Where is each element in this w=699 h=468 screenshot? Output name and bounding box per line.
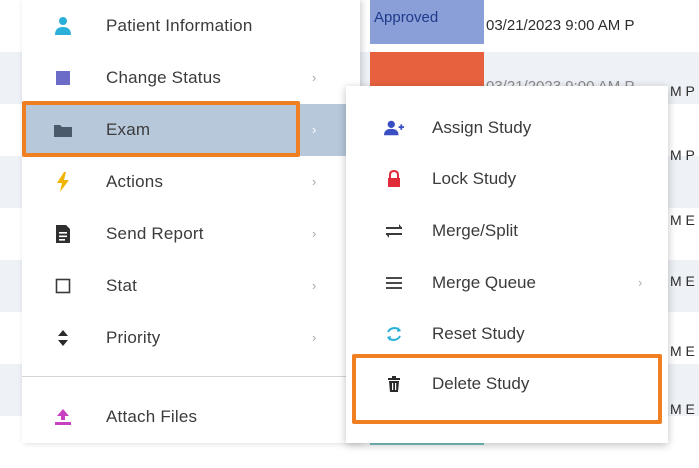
sort-icon (52, 327, 74, 349)
menu-divider (22, 376, 360, 377)
menu-item-label: Priority (106, 328, 161, 347)
menu-item-patient-information[interactable]: Patient Information (22, 0, 360, 52)
person-icon (52, 15, 74, 37)
menu-item-actions[interactable]: Actions › (22, 156, 360, 208)
status-badge-label: Approved (374, 9, 439, 26)
lock-icon (384, 169, 404, 189)
menu-item-label: Send Report (106, 224, 204, 243)
lightning-icon (52, 171, 74, 193)
square-icon (52, 67, 74, 89)
menu-item-label: Change Status (106, 68, 222, 87)
menu-item-label: Patient Information (106, 16, 253, 35)
study-date-cell: 03/21/2023 9:00 AM P (486, 17, 635, 34)
upload-icon (52, 406, 74, 428)
folder-icon (52, 119, 74, 141)
submenu-item-reset-study[interactable]: Reset Study (346, 308, 668, 360)
assign-user-icon (384, 118, 404, 138)
edge-cell: M E (670, 212, 695, 228)
status-badge: Approved (370, 0, 484, 44)
exam-submenu: Assign Study Lock Study Merge/Split Merg… (346, 86, 668, 443)
menu-item-label: Attach Files (106, 407, 198, 426)
status-badge (370, 52, 484, 86)
chevron-right-icon: › (312, 330, 317, 345)
submenu-item-merge-queue[interactable]: Merge Queue › (346, 257, 668, 309)
submenu-item-label: Reset Study (432, 324, 525, 343)
edge-cell: M E (670, 401, 695, 417)
menu-item-exam[interactable]: Exam › (22, 104, 360, 156)
submenu-item-label: Assign Study (432, 118, 532, 137)
submenu-item-label: Lock Study (432, 169, 517, 188)
edge-cell: M P (670, 147, 695, 163)
merge-split-icon (384, 221, 404, 241)
edge-cell: M E (670, 273, 695, 289)
menu-item-attach-files[interactable]: Attach Files (22, 391, 360, 443)
checkbox-icon (52, 275, 74, 297)
report-icon (52, 223, 74, 245)
chevron-right-icon: › (312, 70, 317, 85)
context-menu: Patient Information Change Status › Exam… (22, 0, 360, 443)
submenu-item-label: Merge Queue (432, 273, 536, 292)
submenu-item-label: Delete Study (432, 374, 530, 393)
edge-cell: M P (670, 83, 695, 99)
trash-icon (384, 374, 404, 394)
menu-item-change-status[interactable]: Change Status › (22, 52, 360, 104)
edge-cell: M E (670, 343, 695, 359)
submenu-item-assign-study[interactable]: Assign Study (346, 102, 668, 154)
chevron-right-icon: › (312, 226, 317, 241)
menu-item-priority[interactable]: Priority › (22, 312, 360, 364)
menu-item-label: Stat (106, 276, 138, 295)
menu-item-send-report[interactable]: Send Report › (22, 208, 360, 260)
reset-icon (384, 324, 404, 344)
submenu-item-lock-study[interactable]: Lock Study (346, 153, 668, 205)
menu-item-label: Exam (106, 120, 151, 139)
list-icon (384, 273, 404, 293)
menu-item-label: Actions (106, 172, 164, 191)
submenu-item-merge-split[interactable]: Merge/Split (346, 205, 668, 257)
chevron-right-icon: › (312, 278, 317, 293)
submenu-item-delete-study[interactable]: Delete Study (346, 358, 668, 410)
chevron-right-icon: › (312, 174, 317, 189)
submenu-item-label: Merge/Split (432, 221, 518, 240)
chevron-right-icon: › (638, 275, 643, 290)
menu-item-stat[interactable]: Stat › (22, 260, 360, 312)
chevron-right-icon: › (312, 122, 317, 137)
